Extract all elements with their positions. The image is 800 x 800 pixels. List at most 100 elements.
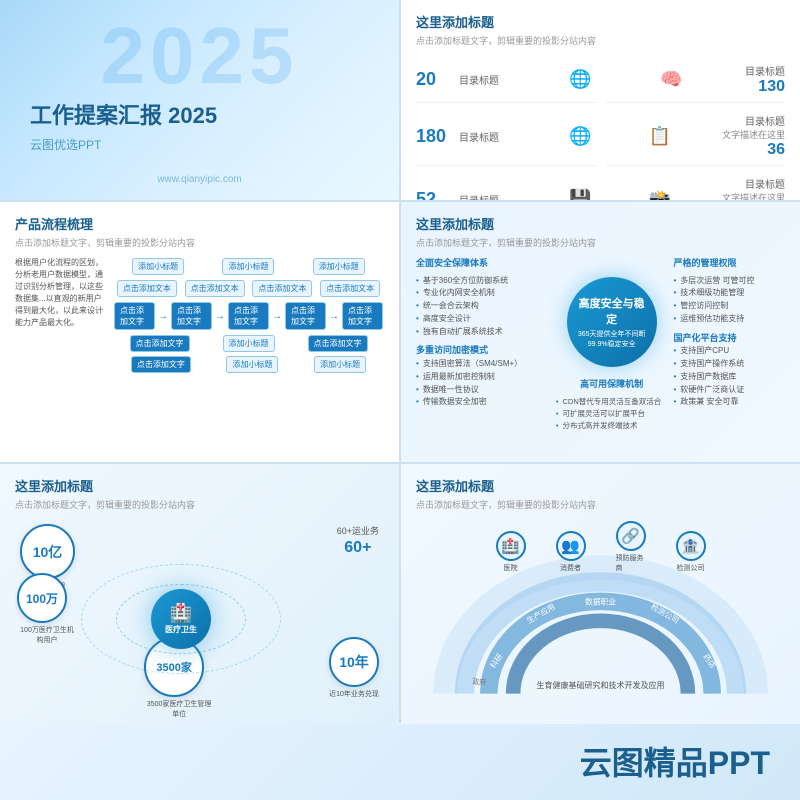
cover-title: 工作提案汇报 2025 [30,98,369,130]
stat-number-5: 52 [416,189,451,201]
stat-10yi-num: 10亿 [33,542,63,562]
stat-row-5: 52 目录标题 💾 [416,170,596,200]
slide-stats: 这里添加标题 点击添加标题文字，剪辑重要的投影分站内容 20 目录标题 🌐 🧠 … [401,0,800,200]
stat-row-1: 20 目录标题 🌐 [416,57,596,103]
stat-60plus-num: 60+ [337,539,379,557]
security-left-title: 全面安全保障体系 [416,257,550,271]
hospital-icon: 🏥 [496,531,526,561]
security-item-18: 支持国产操作系统 [673,358,785,371]
brand-section: 云图精品PPT [580,738,770,784]
stat-label-5: 目录标题 [459,192,499,201]
bottom-blue-3[interactable]: 点击添加文字 [308,335,368,352]
svg-text:数据职业: 数据职业 [585,596,616,606]
cover-website: www.qianyipic.com [157,174,241,185]
brand-bar: 云图精品PPT [0,720,800,800]
stat-icon-clipboard: 📋 [645,121,675,151]
security-item-8: 数据唯一性协议 [416,384,550,397]
security-bottom-right-title: 高可用保障机制 [580,377,643,390]
security-item-3: 统一会合云架构 [416,300,550,313]
slide-cover: 工作提案汇报 2025 云图优选PPT www.qianyipic.com [0,0,399,200]
security-item-20: 软硬件广泛商认证 [673,384,785,397]
flow-blue-3[interactable]: 点击添加文字 [228,302,269,330]
stat-100wan-num: 100万 [26,590,58,607]
slide-medical: 这里添加标题 点击添加标题文字，剪辑重要的投影分站内容 🏥 医疗卫生 10亿 条… [0,464,399,724]
service-icon: 🔗 [616,521,646,551]
security-item-14: 技术细级功能管理 [673,287,785,300]
security-item-21: 政策兼 安全可靠 [673,396,785,409]
top-box-2: 添加小标题 [222,258,274,275]
security-item-16: 运维预估功能支持 [673,313,785,326]
click-box-2[interactable]: 点击添加文本 [185,280,245,297]
flow-title: 产品流程梳理 [15,214,384,233]
bottom-box-2: 添加小标题 [223,335,275,352]
security-item-6: 支持国密算法（SM4/SM+） [416,358,550,371]
hub-label: 医疗卫生 [165,624,197,635]
bottom-blue-4[interactable]: 点击添加文字 [131,356,191,373]
stat-number-1: 20 [416,69,451,90]
stat-icon-disk: 💾 [566,184,596,200]
slide-ecosystem: 这里添加标题 点击添加标题文字，剪辑重要的投影分站内容 科研 生产应用 数据职业… [401,464,800,724]
stat-60plus-label: 60+运业务 [337,524,379,537]
stat-icon-camera: 📸 [645,184,675,200]
bottom-blue-1[interactable]: 点击添加文字 [130,335,190,352]
slide-security: 这里添加标题 点击添加标题文字，剪辑重要的投影分站内容 全面安全保障体系 基于3… [401,202,800,462]
stats-subtitle: 点击添加标题文字，剪辑重要的投影分站内容 [416,34,785,47]
top-nodes: 🏥 医院 👥 消费者 🔗 预防服务商 🏦 检测公司 [496,521,706,573]
security-right-panel: 严格的管理权限 多层次运营 可管可控 技术细级功能管理 管控访问控制 运维预估功… [673,257,785,452]
insurance-label: 检测公司 [677,563,705,573]
security-item-4: 高度安全设计 [416,313,550,326]
security-item-15: 管控访问控制 [673,300,785,313]
bottom-box-5: 添加小标题 [226,356,278,373]
security-circle-main: 高度安全与稳定 [575,295,649,327]
security-right-top-title: 严格的管理权限 [673,257,785,271]
ecosystem-center-label: 生育健康基础研究和技术开发及应用 [537,680,665,691]
security-left-panel: 全面安全保障体系 基于360全方位防御系统 专业化内网安全机制 统一会合云架构 … [416,257,550,452]
top-box-3: 添加小标题 [313,258,365,275]
ecosystem-title: 这里添加标题 [416,476,785,495]
node-service: 🔗 预防服务商 [616,521,646,573]
stat-number-3: 180 [416,126,451,147]
security-item-7: 运用最新加密控制制 [416,371,550,384]
flow-blue-1[interactable]: 点击添加文字 [114,302,155,330]
flow-subtitle: 点击添加标题文字，剪辑重要的投影分站内容 [15,236,384,249]
stat-icon-brain: 🧠 [656,65,686,95]
bottom-box-6: 添加小标题 [314,356,366,373]
security-bottom-left-title: 多重访问加密模式 [416,344,550,358]
stats-title: 这里添加标题 [416,12,785,31]
node-insurance: 🏦 检测公司 [676,531,706,573]
stat-60plus: 60+运业务 60+ [337,524,379,557]
stat-label-3: 目录标题 [459,129,499,144]
ecosystem-subtitle: 点击添加标题文字，剪辑重要的投影分站内容 [416,498,785,511]
click-box-3[interactable]: 点击添加文本 [252,280,312,297]
flow-blue-4[interactable]: 点击添加文字 [285,302,326,330]
medical-hub: 🏥 医疗卫生 [151,589,211,649]
security-item-2: 专业化内网安全机制 [416,287,550,300]
node-consumer: 👥 消费者 [556,531,586,573]
security-item-1: 基于360全方位防御系统 [416,275,550,288]
security-circle-sub: 365天提供全年不间断99.9%稳定安全 [578,329,646,349]
security-item-9: 传输数据安全加密 [416,396,550,409]
security-item-10: CDN替代专用灵活互备双活合 [556,396,668,408]
hospital-label: 医院 [504,563,518,573]
security-right-bottom-title: 国产化平台支持 [673,332,785,346]
stat-icon-globe-1: 🌐 [566,65,596,95]
brand-text: 云图精品PPT [580,738,770,784]
flow-blue-2[interactable]: 点击添加文字 [171,302,212,330]
cover-subtitle: 云图优选PPT [30,136,369,153]
slide-product-flow: 产品流程梳理 点击添加标题文字，剪辑重要的投影分站内容 根据用户化流程的区划，分… [0,202,399,462]
stat-icon-globe-2: 🌐 [566,121,596,151]
security-subtitle: 点击添加标题文字，剪辑重要的投影分站内容 [416,236,785,249]
click-box-1[interactable]: 点击添加文本 [117,280,177,297]
stat-100wan-desc: 100万医疗卫生机构用户 [17,625,77,645]
security-item-5: 独有自动扩展系统技术 [416,326,550,339]
security-item-19: 支持国产数据库 [673,371,785,384]
flow-blue-5[interactable]: 点击添加文字 [342,302,383,330]
stat-100wan: 100万 100万医疗卫生机构用户 [17,573,77,645]
click-box-4[interactable]: 点击添加文本 [320,280,380,297]
security-item-13: 多层次运营 可管可控 [673,275,785,288]
stat-10year: 10年 近10年业务兑现 [329,637,379,699]
stat-10year-desc: 近10年业务兑现 [329,689,379,699]
medical-title: 这里添加标题 [15,476,384,495]
node-hospital: 🏥 医院 [496,531,526,573]
svg-text:政府: 政府 [472,677,486,686]
